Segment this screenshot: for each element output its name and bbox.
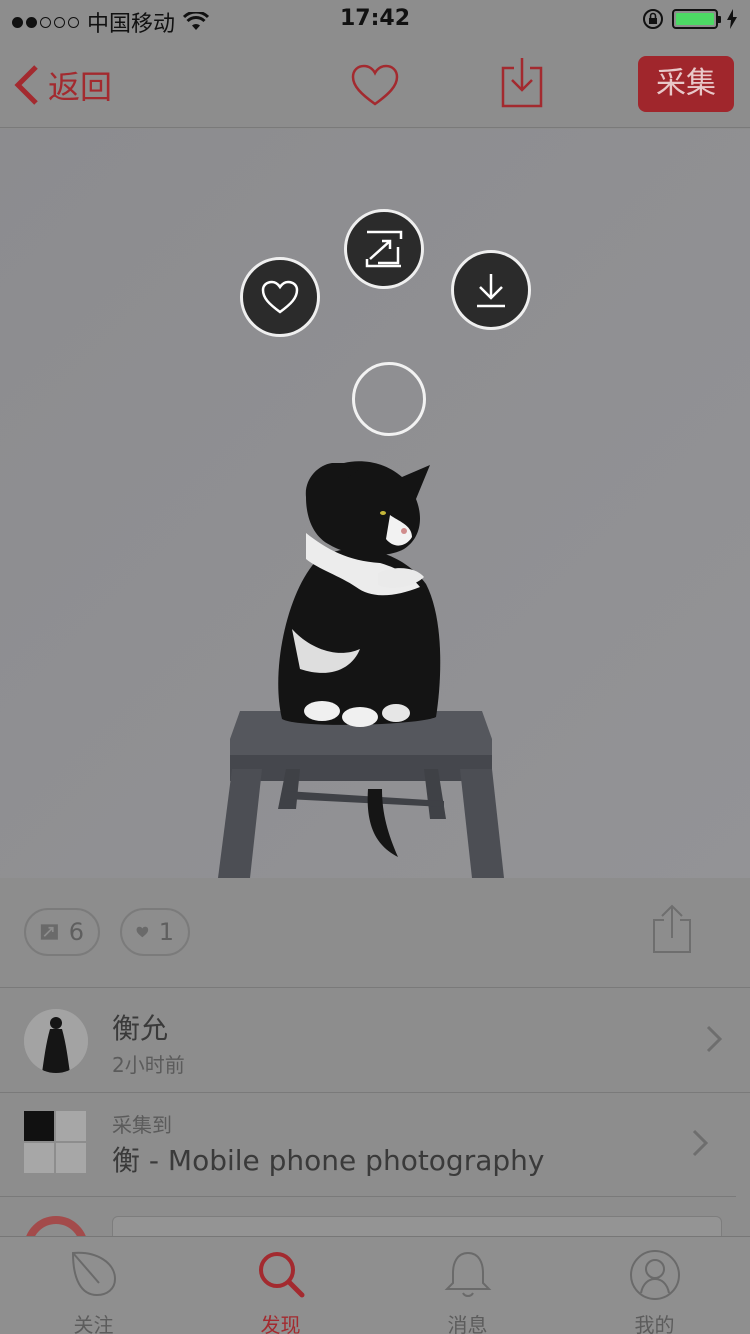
tab-messages[interactable]: 消息	[374, 1237, 561, 1334]
chevron-right-icon	[692, 1129, 708, 1157]
download-icon[interactable]	[501, 56, 543, 108]
repin-icon	[365, 230, 403, 268]
tab-follow[interactable]: 关注	[0, 1237, 187, 1334]
collect-button[interactable]: 采集	[638, 56, 734, 112]
heart-filled-icon	[136, 926, 149, 938]
bell-icon	[444, 1251, 491, 1297]
leaf-icon	[71, 1251, 116, 1297]
orientation-lock-icon	[643, 9, 663, 29]
repin-count-pill[interactable]: 6	[24, 908, 100, 956]
chevron-left-icon	[14, 65, 38, 105]
charging-bolt-icon	[727, 9, 737, 29]
nav-bar: 返回 采集	[0, 40, 750, 128]
status-time: 17:42	[339, 6, 411, 31]
like-count: 1	[158, 918, 174, 946]
board-thumbnail	[24, 1111, 86, 1173]
heart-icon	[261, 280, 299, 314]
tab-bar: 关注 发现 消息 我的	[0, 1236, 750, 1334]
avatar	[24, 1009, 88, 1073]
avatar-silhouette-icon	[24, 1009, 88, 1073]
tab-discover[interactable]: 发现	[187, 1237, 374, 1334]
tab-label: 发现	[260, 1313, 301, 1334]
status-right	[642, 8, 738, 30]
radial-touch-point	[352, 362, 426, 436]
comment-input[interactable]	[112, 1216, 722, 1236]
radial-like-button[interactable]	[240, 257, 320, 337]
repin-count: 6	[68, 918, 84, 946]
person-icon	[629, 1250, 680, 1300]
search-icon	[258, 1252, 304, 1298]
repin-small-icon	[40, 924, 58, 940]
tab-label: 我的	[634, 1313, 675, 1334]
board-title: 衡 - Mobile phone photography	[112, 1144, 545, 1177]
like-heart-icon[interactable]	[351, 64, 399, 108]
like-count-pill[interactable]: 1	[120, 908, 190, 956]
tab-label: 关注	[73, 1313, 114, 1334]
tab-me[interactable]: 我的	[561, 1237, 748, 1334]
author-name: 衡允	[112, 1012, 169, 1045]
author-row[interactable]: 衡允 2小时前	[0, 989, 750, 1093]
chevron-right-icon	[706, 1025, 722, 1053]
status-bar: 中国移动 17:42	[0, 0, 750, 40]
share-icon[interactable]	[652, 904, 692, 954]
pin-photo[interactable]	[0, 129, 750, 878]
stats-row: 6 1	[0, 878, 750, 988]
comment-row	[0, 1198, 750, 1236]
download-arrow-icon	[477, 274, 505, 308]
radial-repin-button[interactable]	[344, 209, 424, 289]
board-caption: 采集到	[112, 1113, 172, 1137]
back-label: 返回	[48, 68, 113, 106]
pin-detail-page: 中国移动 17:42 返回 采集 6 1 衡允 2小时前 采集到 衡 - Mob…	[0, 0, 750, 1334]
author-time: 2小时前	[112, 1053, 185, 1077]
tab-label: 消息	[447, 1313, 488, 1334]
battery-icon	[672, 9, 721, 29]
back-button[interactable]: 返回	[14, 62, 112, 108]
board-row[interactable]: 采集到 衡 - Mobile phone photography	[0, 1093, 736, 1197]
avatar	[24, 1216, 88, 1236]
radial-download-button[interactable]	[451, 250, 531, 330]
